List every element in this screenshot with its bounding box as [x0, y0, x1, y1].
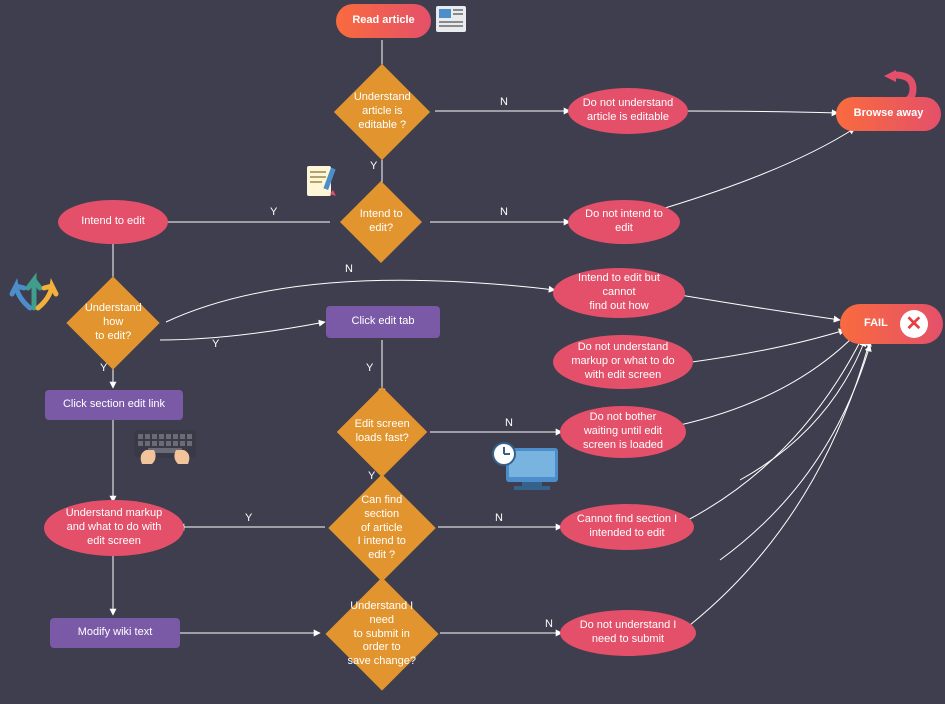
state-intend-to-edit: Intend to edit — [58, 200, 168, 244]
newspaper-icon — [434, 2, 472, 36]
intend-to-edit-decision-label: Intend to edit? — [356, 208, 406, 236]
understand-markup-label: Understand markup and what to do with ed… — [66, 507, 163, 548]
intend-cannot-find-label: Intend to edit but cannot find out how — [578, 272, 660, 313]
terminator-browse-away: Browse away — [836, 97, 941, 131]
terminator-fail: FAIL ✕ — [840, 304, 943, 344]
terminator-read-article: Read article — [336, 4, 431, 38]
direction-arrows-icon — [8, 268, 60, 320]
close-icon: ✕ — [900, 310, 928, 338]
state-cannot-find-section: Cannot find section I intended to edit — [560, 504, 694, 550]
cannot-find-section-label: Cannot find section I intended to edit — [577, 513, 677, 541]
not-understand-editable-label: Do not understand article is editable — [583, 97, 674, 125]
fail-label: FAIL — [864, 317, 888, 331]
keyboard-hands-icon — [128, 424, 202, 472]
not-bother-waiting-label: Do not bother waiting until edit screen … — [583, 411, 663, 452]
edge-label-y: Y — [366, 362, 373, 374]
state-understand-markup: Understand markup and what to do with ed… — [44, 500, 184, 556]
state-not-understand-submit: Do not understand I need to submit — [560, 610, 696, 656]
edge-label-y: Y — [100, 362, 107, 374]
process-click-section-link: Click section edit link — [45, 390, 183, 420]
edge-label-n: N — [500, 96, 508, 108]
state-not-understand-markup-top: Do not understand markup or what to do w… — [553, 335, 693, 389]
not-understand-submit-label: Do not understand I need to submit — [580, 619, 677, 647]
understand-how-label: Understand how to edit? — [84, 302, 142, 343]
understand-editable-label: Understand article is editable ? — [352, 91, 412, 132]
edge-label-n: N — [495, 512, 503, 524]
edge-label-n: N — [505, 417, 513, 429]
edge-label-y: Y — [368, 470, 375, 482]
click-section-link-label: Click section edit link — [63, 398, 165, 412]
edge-label-y: Y — [212, 338, 219, 350]
state-intend-cannot-find: Intend to edit but cannot find out how — [553, 268, 685, 318]
process-click-edit-tab: Click edit tab — [326, 306, 440, 338]
modify-wiki-label: Modify wiki text — [78, 626, 153, 640]
state-do-not-intend: Do not intend to edit — [568, 200, 680, 244]
state-not-understand-editable: Do not understand article is editable — [568, 88, 688, 134]
understand-submit-label: Understand I need to submit in order to … — [346, 600, 418, 669]
edge-label-y: Y — [270, 206, 277, 218]
click-edit-tab-label: Click edit tab — [352, 315, 415, 329]
state-not-bother-waiting: Do not bother waiting until edit screen … — [560, 406, 686, 458]
computer-clock-icon — [490, 440, 564, 496]
edit-screen-loads-label: Edit screen loads fast? — [354, 418, 410, 446]
edge-label-n: N — [500, 206, 508, 218]
edge-label-y: Y — [370, 160, 377, 172]
process-modify-wiki: Modify wiki text — [50, 618, 180, 648]
not-understand-markup-top-label: Do not understand markup or what to do w… — [571, 341, 674, 382]
read-article-label: Read article — [352, 14, 414, 28]
do-not-intend-label: Do not intend to edit — [585, 208, 663, 236]
intend-to-edit-label: Intend to edit — [81, 215, 145, 229]
edge-label-y: Y — [245, 512, 252, 524]
can-find-section-label: Can find section of article I intend to … — [348, 494, 416, 563]
note-pencil-icon — [305, 162, 345, 202]
edge-label-n: N — [545, 618, 553, 630]
browse-away-label: Browse away — [854, 107, 924, 121]
edge-label-n: N — [345, 263, 353, 275]
